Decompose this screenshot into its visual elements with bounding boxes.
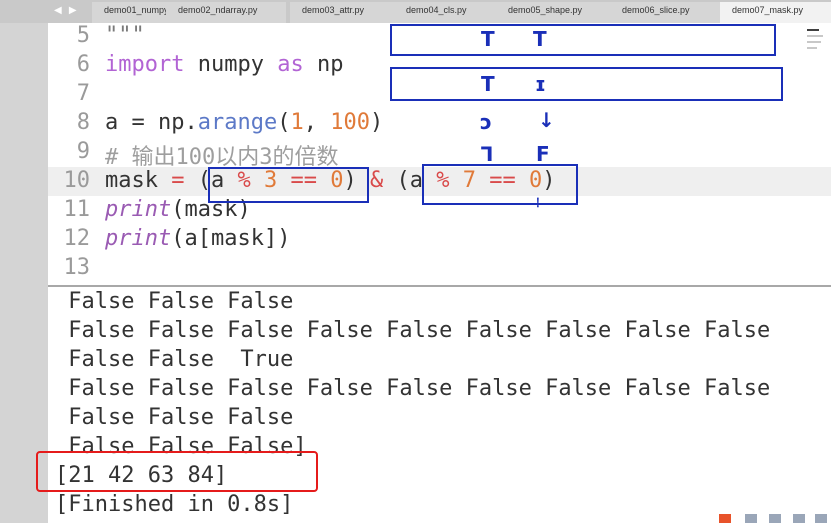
code-token: mask <box>105 168 172 193</box>
tray-more-icon[interactable] <box>815 514 827 523</box>
tab-demo04[interactable]: demo04_cls.py <box>394 2 496 23</box>
tab-demo03[interactable]: demo03_attr.py <box>290 2 394 23</box>
operator: = <box>171 168 185 193</box>
alias-name: np <box>303 52 344 77</box>
tab-nav-arrows-icon[interactable]: ◀ ▶ <box>54 5 79 16</box>
annotation-mark-icon: T <box>481 72 495 96</box>
console-output-line: False False False <box>55 405 294 430</box>
tab-demo02[interactable]: demo02_ndarray.py <box>166 2 286 23</box>
code-token: ( <box>277 110 291 135</box>
console-output-line: False False False False False False Fals… <box>55 318 771 343</box>
code-line-5: """ <box>105 23 145 48</box>
code-editor[interactable]: 5 6 7 8 9 10 11 12 13 """ import numpy a… <box>48 23 831 285</box>
annotation-mark-icon: T <box>481 27 495 51</box>
annotation-mark-icon: ɪ <box>535 72 546 96</box>
console-output-line: False False True <box>55 347 294 372</box>
console-output-line: False False False <box>55 289 294 314</box>
annotation-box-mod3 <box>208 167 369 203</box>
annotation-mark-icon: F <box>536 142 550 166</box>
minimap-line <box>807 35 823 37</box>
line-number: 10 <box>63 168 91 193</box>
tab-label: demo02_ndarray.py <box>178 5 258 15</box>
annotation-box-row2 <box>390 67 783 101</box>
minimap-line <box>807 29 819 31</box>
console-output-line: False False False False False False Fals… <box>55 376 771 401</box>
keyword-import: import <box>105 52 185 77</box>
code-token: (a[mask]) <box>171 226 291 251</box>
tab-label: demo04_cls.py <box>406 5 467 15</box>
left-sidebar <box>0 23 48 523</box>
tray-settings-icon[interactable] <box>793 514 805 523</box>
operator: & <box>369 168 384 193</box>
annotation-mark-icon: ↓ <box>538 108 555 132</box>
code-line-6: import numpy as np <box>105 52 343 77</box>
annotation-mark-icon: ⅂ <box>481 142 493 166</box>
builtin-print: print <box>105 226 172 251</box>
line-number: 5 <box>76 23 90 48</box>
tab-label: demo03_attr.py <box>302 5 365 15</box>
line-number: 7 <box>76 81 90 106</box>
builtin-print: print <box>105 197 172 222</box>
code-line-12: print(a[mask]) <box>105 226 290 251</box>
line-number: 12 <box>63 226 91 251</box>
annotation-mark-icon: T <box>533 27 547 51</box>
function-name: arange <box>197 110 278 135</box>
code-line-8: a = np.arange(1, 100) <box>105 110 383 135</box>
keyword-as: as <box>277 52 304 77</box>
minimap-line <box>807 41 821 43</box>
system-tray <box>681 513 831 523</box>
number: 1 <box>290 110 304 135</box>
line-number: 6 <box>76 52 90 77</box>
tray-app-icon[interactable] <box>719 514 731 523</box>
tray-input-icon[interactable] <box>745 514 757 523</box>
tab-demo01[interactable]: demo01_numpy <box>92 2 168 23</box>
tab-bar: ◀ ▶ demo01_numpy demo02_ndarray.py demo0… <box>0 0 831 24</box>
result-highlight-box <box>36 451 318 492</box>
console-finished-line: [Finished in 0.8s] <box>55 492 294 517</box>
line-number: 11 <box>63 197 91 222</box>
tab-label: demo07_mask.py <box>732 5 804 15</box>
line-number: 9 <box>76 139 90 164</box>
tab-label: demo06_slice.py <box>622 5 690 15</box>
tab-label: demo01_numpy <box>104 5 168 15</box>
tray-mic-icon[interactable] <box>769 514 781 523</box>
annotation-box-mod7 <box>422 164 578 205</box>
minimap-line <box>807 47 817 49</box>
module-name: numpy <box>184 52 278 77</box>
code-token: ) <box>369 110 384 135</box>
annotation-box-row1 <box>390 24 776 56</box>
tab-demo07-active[interactable]: demo07_mask.py <box>720 2 831 23</box>
annotation-mark-icon: ⸸ <box>535 196 541 210</box>
number: 100 <box>330 110 370 135</box>
line-number: 8 <box>76 110 90 135</box>
code-token: , <box>303 110 331 135</box>
minimap[interactable] <box>807 29 825 65</box>
tab-demo05[interactable]: demo05_shape.py <box>496 2 610 23</box>
code-token: a = np. <box>105 110 198 135</box>
tab-label: demo05_shape.py <box>508 5 583 15</box>
annotation-mark-icon: ↄ <box>480 110 492 134</box>
tab-demo06[interactable]: demo06_slice.py <box>610 2 720 23</box>
line-number: 13 <box>63 255 91 280</box>
